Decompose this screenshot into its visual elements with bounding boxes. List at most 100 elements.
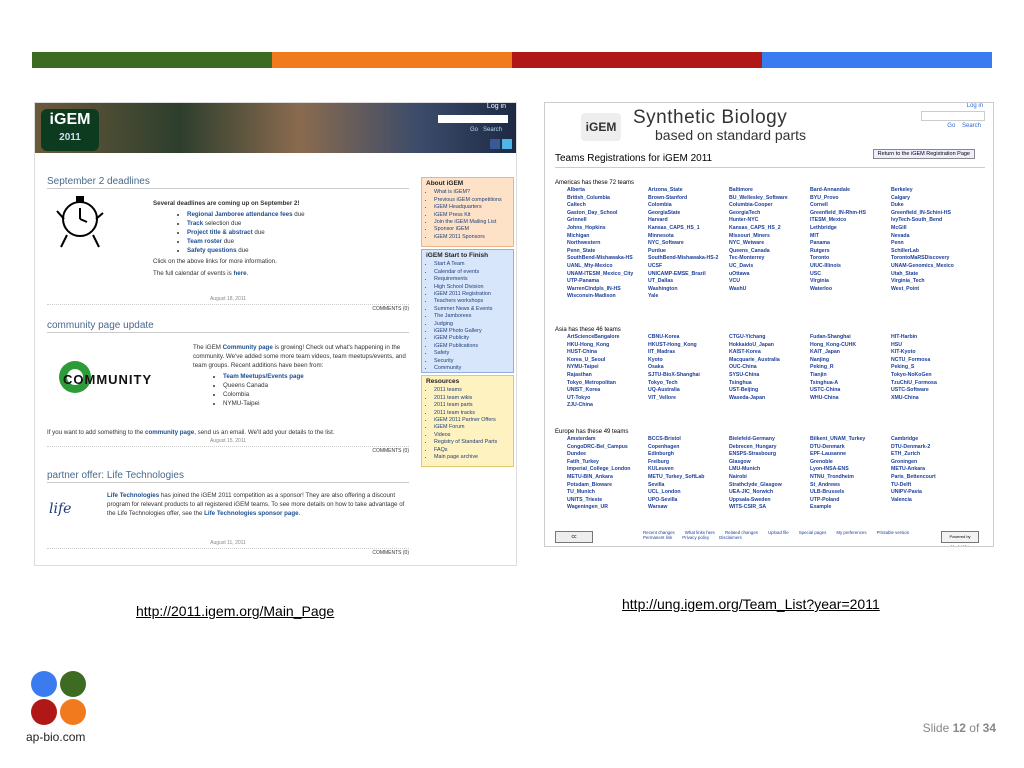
facebook-icon[interactable] bbox=[490, 139, 500, 149]
sidebar-item-link[interactable]: Judging bbox=[434, 321, 509, 328]
team-link[interactable]: UPO-Sevilla bbox=[648, 497, 729, 505]
team-link[interactable]: Wisconsin-Madison bbox=[567, 293, 648, 301]
team-link[interactable]: HUST-China bbox=[567, 349, 648, 357]
team-link[interactable]: Strathclyde_Glasgow bbox=[729, 482, 810, 490]
deadline-link[interactable]: Track bbox=[187, 220, 203, 227]
team-link[interactable]: BU_Wellesley_Software bbox=[729, 195, 810, 203]
team-link[interactable]: Example bbox=[810, 504, 891, 512]
team-link[interactable]: Rutgers bbox=[810, 248, 891, 256]
team-link[interactable]: Copenhagen bbox=[648, 444, 729, 452]
team-link[interactable]: HSU bbox=[891, 342, 972, 350]
team-link[interactable]: Tsinghua-A bbox=[810, 380, 891, 388]
team-link[interactable]: Northwestern bbox=[567, 240, 648, 248]
team-link[interactable]: GeorgiaTech bbox=[729, 210, 810, 218]
team-link[interactable]: ETH_Zurich bbox=[891, 451, 972, 459]
footer-link[interactable]: Special pages bbox=[799, 530, 827, 535]
team-link[interactable]: Amsterdam bbox=[567, 436, 648, 444]
team-link[interactable]: UC_Davis bbox=[729, 263, 810, 271]
team-link[interactable]: ITESM_Mexico bbox=[810, 217, 891, 225]
team-link[interactable]: Queens_Canada bbox=[729, 248, 810, 256]
team-link[interactable]: Osaka bbox=[648, 364, 729, 372]
team-link[interactable]: BCCS-Bristol bbox=[648, 436, 729, 444]
team-link[interactable]: NCTU_Formosa bbox=[891, 357, 972, 365]
sidebar-item-link[interactable]: Registry of Standard Parts bbox=[434, 439, 509, 446]
team-link[interactable]: TU-Delft bbox=[891, 482, 972, 490]
creative-commons-icon[interactable]: cc bbox=[555, 531, 593, 543]
post-title[interactable]: partner offer: Life Technologies bbox=[47, 471, 409, 483]
igem-logo[interactable]: iGEM 2011 bbox=[41, 109, 99, 151]
team-link[interactable]: Minnesota bbox=[648, 233, 729, 241]
team-link[interactable]: KAIT_Japan bbox=[810, 349, 891, 357]
team-link[interactable]: Calgary bbox=[891, 195, 972, 203]
team-link[interactable]: Tokyo-NoKoGen bbox=[891, 372, 972, 380]
team-link[interactable]: Utah_State bbox=[891, 271, 972, 279]
team-link[interactable]: Purdue bbox=[648, 248, 729, 256]
sidebar-item-link[interactable]: Requirements bbox=[434, 276, 509, 283]
team-link[interactable]: Virginia bbox=[810, 278, 891, 286]
team-link[interactable]: MIT bbox=[810, 233, 891, 241]
team-link[interactable]: Grenoble bbox=[810, 459, 891, 467]
team-link[interactable]: WarrenCIndpls_IN-HS bbox=[567, 286, 648, 294]
team-link[interactable]: Panama bbox=[810, 240, 891, 248]
team-link[interactable]: UNICAMP-EMSE_Brazil bbox=[648, 271, 729, 279]
deadline-link[interactable]: Safety questions bbox=[187, 247, 237, 254]
team-link[interactable]: uOttawa bbox=[729, 271, 810, 279]
team-link[interactable]: Arizona_State bbox=[648, 187, 729, 195]
team-link[interactable]: Toronto bbox=[810, 255, 891, 263]
team-link[interactable]: USC bbox=[810, 271, 891, 279]
team-link[interactable]: British_Columbia bbox=[567, 195, 648, 203]
team-link[interactable]: IIT_Madras bbox=[648, 349, 729, 357]
sidebar-item-link[interactable]: Start A Team bbox=[434, 261, 509, 268]
team-link[interactable]: UNIST_Korea bbox=[567, 387, 648, 395]
team-link[interactable]: NTNU_Trondheim bbox=[810, 474, 891, 482]
sidebar-item-link[interactable]: High School Division bbox=[434, 284, 509, 291]
sidebar-item-link[interactable]: iGEM Headquarters bbox=[434, 204, 509, 211]
team-link[interactable]: ENSPS-Strasbourg bbox=[729, 451, 810, 459]
sidebar-item-link[interactable]: iGEM 2011 Sponsors bbox=[434, 234, 509, 241]
team-link[interactable]: Glasgow bbox=[729, 459, 810, 467]
footer-link[interactable]: Disclaimers bbox=[719, 535, 742, 540]
life-technologies-link[interactable]: Life Technologies bbox=[107, 492, 159, 499]
sidebar-item-link[interactable]: Sponsor iGEM bbox=[434, 226, 509, 233]
team-link[interactable]: Caltech bbox=[567, 202, 648, 210]
team-link[interactable]: Dundee bbox=[567, 451, 648, 459]
team-link[interactable]: VCU bbox=[729, 278, 810, 286]
team-link[interactable]: HKUST-Hong_Kong bbox=[648, 342, 729, 350]
team-link[interactable]: Bielefeld-Germany bbox=[729, 436, 810, 444]
team-link[interactable]: Debrecen_Hungary bbox=[729, 444, 810, 452]
team-link[interactable]: Sevilla bbox=[648, 482, 729, 490]
igem-logo[interactable]: iGEM bbox=[581, 113, 621, 141]
sponsor-page-link[interactable]: Life Technologies sponsor page bbox=[204, 510, 298, 517]
twitter-icon[interactable] bbox=[502, 139, 512, 149]
team-link[interactable]: EPF-Lausanne bbox=[810, 451, 891, 459]
team-link[interactable]: Uppsala-Sweden bbox=[729, 497, 810, 505]
login-link[interactable]: Log in bbox=[967, 103, 983, 109]
team-link[interactable]: UNITS_Trieste bbox=[567, 497, 648, 505]
team-link[interactable]: Edinburgh bbox=[648, 451, 729, 459]
team-link[interactable]: WashU bbox=[729, 286, 810, 294]
team-link[interactable]: METU_Turkey_SoftLab bbox=[648, 474, 729, 482]
team-link[interactable]: Valencia bbox=[891, 497, 972, 505]
team-link[interactable]: NYC_Wetware bbox=[729, 240, 810, 248]
team-link[interactable]: UT-Tokyo bbox=[567, 395, 648, 403]
team-link[interactable]: KIT-Kyoto bbox=[891, 349, 972, 357]
sidebar-item-link[interactable]: Security bbox=[434, 358, 509, 365]
search-button[interactable]: Search bbox=[483, 127, 502, 133]
sidebar-item-link[interactable]: Teachers workshops bbox=[434, 298, 509, 305]
sidebar-item-link[interactable]: Previous iGEM competitions bbox=[434, 197, 509, 204]
search-button[interactable]: Search bbox=[962, 123, 981, 129]
team-link[interactable]: Bilkent_UNAM_Turkey bbox=[810, 436, 891, 444]
team-link[interactable]: METU-BIN_Ankara bbox=[567, 474, 648, 482]
team-link[interactable]: Tianjin bbox=[810, 372, 891, 380]
post-title[interactable]: community page update bbox=[47, 321, 409, 333]
team-link[interactable]: Warsaw bbox=[648, 504, 729, 512]
team-link[interactable]: Penn_State bbox=[567, 248, 648, 256]
team-link[interactable]: UIUC-Illinois bbox=[810, 263, 891, 271]
team-link[interactable]: Washington bbox=[648, 286, 729, 294]
team-link[interactable]: HokkaidoU_Japan bbox=[729, 342, 810, 350]
team-link[interactable]: St_Andrews bbox=[810, 482, 891, 490]
team-link[interactable]: Lethbridge bbox=[810, 225, 891, 233]
sidebar-item-link[interactable]: iGEM Press Kit bbox=[434, 212, 509, 219]
team-link[interactable]: XMU-China bbox=[891, 395, 972, 403]
team-link[interactable]: Freiburg bbox=[648, 459, 729, 467]
